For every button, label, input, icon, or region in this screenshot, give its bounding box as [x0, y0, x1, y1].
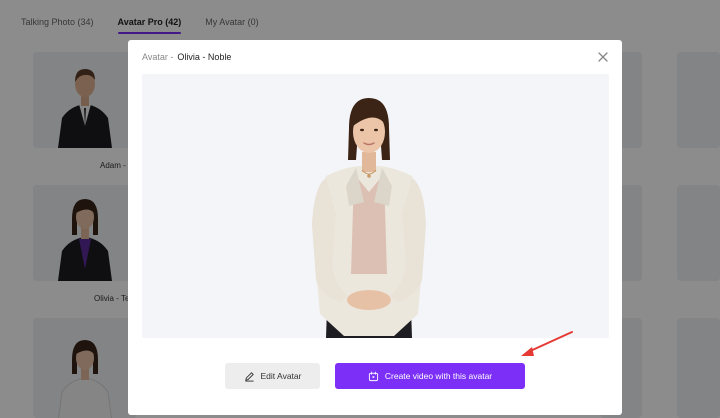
annotation-arrow — [521, 331, 573, 356]
close-button[interactable] — [596, 50, 610, 64]
video-calendar-icon — [368, 371, 378, 381]
modal-title-avatar-name: Olivia - Noble — [177, 52, 232, 62]
avatar-preview — [142, 74, 609, 338]
avatar-preview-image — [312, 98, 426, 338]
edit-avatar-label: Edit Avatar — [260, 371, 302, 381]
pencil-icon — [244, 371, 254, 382]
create-video-button[interactable]: Create video with this avatar — [335, 363, 525, 389]
create-video-label: Create video with this avatar — [384, 371, 493, 381]
modal-title-prefix: Avatar - — [142, 52, 174, 62]
modal-title: Avatar - Olivia - Noble — [142, 52, 231, 62]
edit-avatar-button[interactable]: Edit Avatar — [225, 363, 320, 389]
close-icon — [598, 52, 608, 62]
